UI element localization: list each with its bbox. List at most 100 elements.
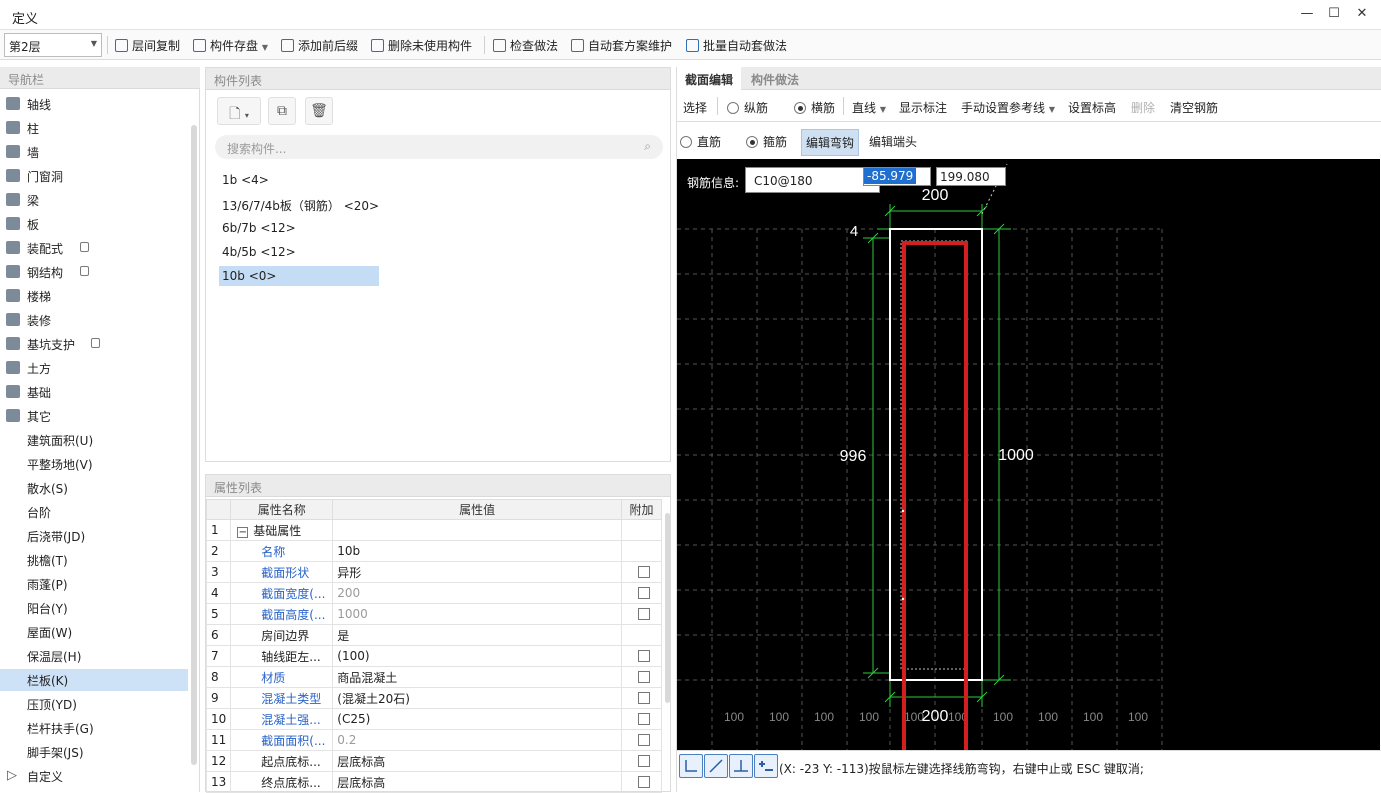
- property-value[interactable]: 1000: [332, 603, 622, 625]
- floor-copy-button[interactable]: 层间复制: [115, 37, 180, 54]
- property-value[interactable]: (C25): [332, 708, 622, 730]
- property-value[interactable]: 层底标高: [332, 771, 622, 793]
- copy-component-button[interactable]: ⧉: [268, 97, 296, 125]
- nav-item[interactable]: 其它: [0, 405, 188, 427]
- nav-subitem[interactable]: 脚手架(JS): [0, 741, 188, 763]
- nav-item[interactable]: 装修: [0, 309, 188, 331]
- nav-item[interactable]: 板: [0, 213, 188, 235]
- property-value[interactable]: 异形: [332, 561, 622, 583]
- checkbox[interactable]: [638, 776, 650, 788]
- edit-end-button[interactable]: 编辑端头: [869, 133, 917, 150]
- property-value[interactable]: 商品混凝土: [332, 666, 622, 688]
- delete-button[interactable]: 删除: [1131, 99, 1155, 116]
- search-input[interactable]: 搜索构件... ⌕: [215, 135, 663, 159]
- nav-item[interactable]: 基坑支护: [0, 333, 188, 355]
- transverse-radio[interactable]: 横筋: [794, 99, 835, 116]
- nav-scrollbar[interactable]: [191, 125, 197, 765]
- property-row[interactable]: 3 截面形状 异形: [205, 561, 662, 583]
- property-row[interactable]: 12 起点底标... 层底标高: [205, 750, 662, 772]
- property-row[interactable]: 9 混凝土类型 (混凝土20石): [205, 687, 662, 709]
- straight-bar-radio[interactable]: 直筋: [680, 133, 721, 150]
- nav-item[interactable]: 轴线: [0, 93, 188, 115]
- nav-subitem[interactable]: 压顶(YD): [0, 693, 188, 715]
- nav-item[interactable]: 钢结构: [0, 261, 188, 283]
- nav-subitem[interactable]: 阳台(Y): [0, 597, 188, 619]
- nav-subitem[interactable]: 栏杆扶手(G): [0, 717, 188, 739]
- checkbox[interactable]: [638, 713, 650, 725]
- coord-x-input[interactable]: -85.979: [863, 167, 931, 186]
- property-value[interactable]: 层底标高: [332, 750, 622, 772]
- show-dimension-button[interactable]: 显示标注: [899, 99, 947, 116]
- property-row[interactable]: 8 材质 商品混凝土: [205, 666, 662, 688]
- select-tool[interactable]: 选择: [683, 99, 707, 116]
- delete-unused-button[interactable]: 删除未使用构件: [371, 37, 472, 54]
- property-row[interactable]: 11 截面面积(... 0.2: [205, 729, 662, 751]
- nav-subitem[interactable]: 平整场地(V): [0, 453, 188, 475]
- coord-y-input[interactable]: 199.080: [936, 167, 1006, 186]
- nav-subitem[interactable]: 屋面(W): [0, 621, 188, 643]
- property-row[interactable]: 6 房间边界 是: [205, 624, 662, 646]
- longitudinal-radio[interactable]: 纵筋: [727, 99, 768, 116]
- minimize-button[interactable]: —: [1296, 6, 1318, 24]
- checkbox[interactable]: [638, 650, 650, 662]
- check-method-button[interactable]: 检查做法: [493, 37, 558, 54]
- nav-subitem-selected[interactable]: 栏板(K): [0, 669, 188, 691]
- collapse-icon[interactable]: −: [237, 526, 249, 538]
- checkbox[interactable]: [638, 587, 650, 599]
- nav-item[interactable]: 基础: [0, 381, 188, 403]
- property-row[interactable]: 13 终点底标... 层底标高: [205, 771, 662, 793]
- edit-hook-button[interactable]: 编辑弯钩: [801, 129, 860, 156]
- rebar-info-input[interactable]: C10@180: [745, 167, 880, 193]
- component-item[interactable]: 1b <4>: [219, 170, 379, 190]
- nav-subitem[interactable]: 雨蓬(P): [0, 573, 188, 595]
- property-value[interactable]: 10b: [332, 540, 622, 562]
- property-value[interactable]: (混凝土20石): [332, 687, 622, 709]
- line-mode-button[interactable]: [704, 754, 728, 778]
- component-item[interactable]: 13/6/7/4b板（钢筋） <20>: [219, 194, 419, 214]
- property-row[interactable]: 5 截面高度(... 1000: [205, 603, 662, 625]
- property-value[interactable]: 0.2: [332, 729, 622, 751]
- maximize-button[interactable]: ☐: [1323, 6, 1345, 24]
- manual-reference-button[interactable]: 手动设置参考线 ▼: [961, 99, 1055, 116]
- set-elevation-button[interactable]: 设置标高: [1068, 99, 1116, 116]
- snap-button[interactable]: [754, 754, 778, 778]
- nav-item[interactable]: 楼梯: [0, 285, 188, 307]
- nav-subitem[interactable]: 后浇带(JD): [0, 525, 188, 547]
- property-value[interactable]: 200: [332, 582, 622, 604]
- delete-component-button[interactable]: 🗑: [305, 97, 333, 125]
- property-row[interactable]: 10 混凝土强... (C25): [205, 708, 662, 730]
- nav-subitem[interactable]: 建筑面积(U): [0, 429, 188, 451]
- perpendicular-button[interactable]: [729, 754, 753, 778]
- property-scrollbar[interactable]: [665, 513, 670, 703]
- property-row[interactable]: 1− 基础属性: [205, 519, 662, 541]
- close-button[interactable]: ✕: [1351, 6, 1373, 24]
- property-row[interactable]: 2 名称 10b: [205, 540, 662, 562]
- component-save-button[interactable]: 构件存盘 ▼: [193, 37, 268, 54]
- floor-select[interactable]: 第2层 ▼: [4, 33, 102, 57]
- nav-subitem[interactable]: 台阶: [0, 501, 188, 523]
- nav-subitem[interactable]: 挑檐(T): [0, 549, 188, 571]
- checkbox[interactable]: [638, 755, 650, 767]
- property-value[interactable]: (100): [332, 645, 622, 667]
- checkbox[interactable]: [638, 566, 650, 578]
- batch-auto-button[interactable]: 批量自动套做法: [686, 37, 787, 54]
- add-affix-button[interactable]: 添加前后缀: [281, 37, 358, 54]
- line-dropdown[interactable]: 直线 ▼: [852, 99, 886, 116]
- checkbox[interactable]: [638, 734, 650, 746]
- property-value[interactable]: 是: [332, 624, 622, 646]
- stirrup-radio[interactable]: 箍筋: [746, 133, 787, 150]
- new-component-button[interactable]: 🗋 ▾: [217, 97, 261, 125]
- checkbox[interactable]: [638, 692, 650, 704]
- ortho-mode-button[interactable]: [679, 754, 703, 778]
- property-row[interactable]: 7 轴线距左... (100): [205, 645, 662, 667]
- checkbox[interactable]: [638, 608, 650, 620]
- component-item-selected[interactable]: 10b <0>: [219, 266, 379, 286]
- auto-scheme-button[interactable]: 自动套方案维护: [571, 37, 672, 54]
- clear-rebar-button[interactable]: 清空钢筋: [1170, 99, 1218, 116]
- tab-section-edit[interactable]: 截面编辑: [677, 67, 742, 90]
- nav-subitem[interactable]: 散水(S): [0, 477, 188, 499]
- nav-subitem[interactable]: 保温层(H): [0, 645, 188, 667]
- nav-item[interactable]: 梁: [0, 189, 188, 211]
- property-row[interactable]: 4 截面宽度(... 200: [205, 582, 662, 604]
- nav-item[interactable]: 装配式: [0, 237, 188, 259]
